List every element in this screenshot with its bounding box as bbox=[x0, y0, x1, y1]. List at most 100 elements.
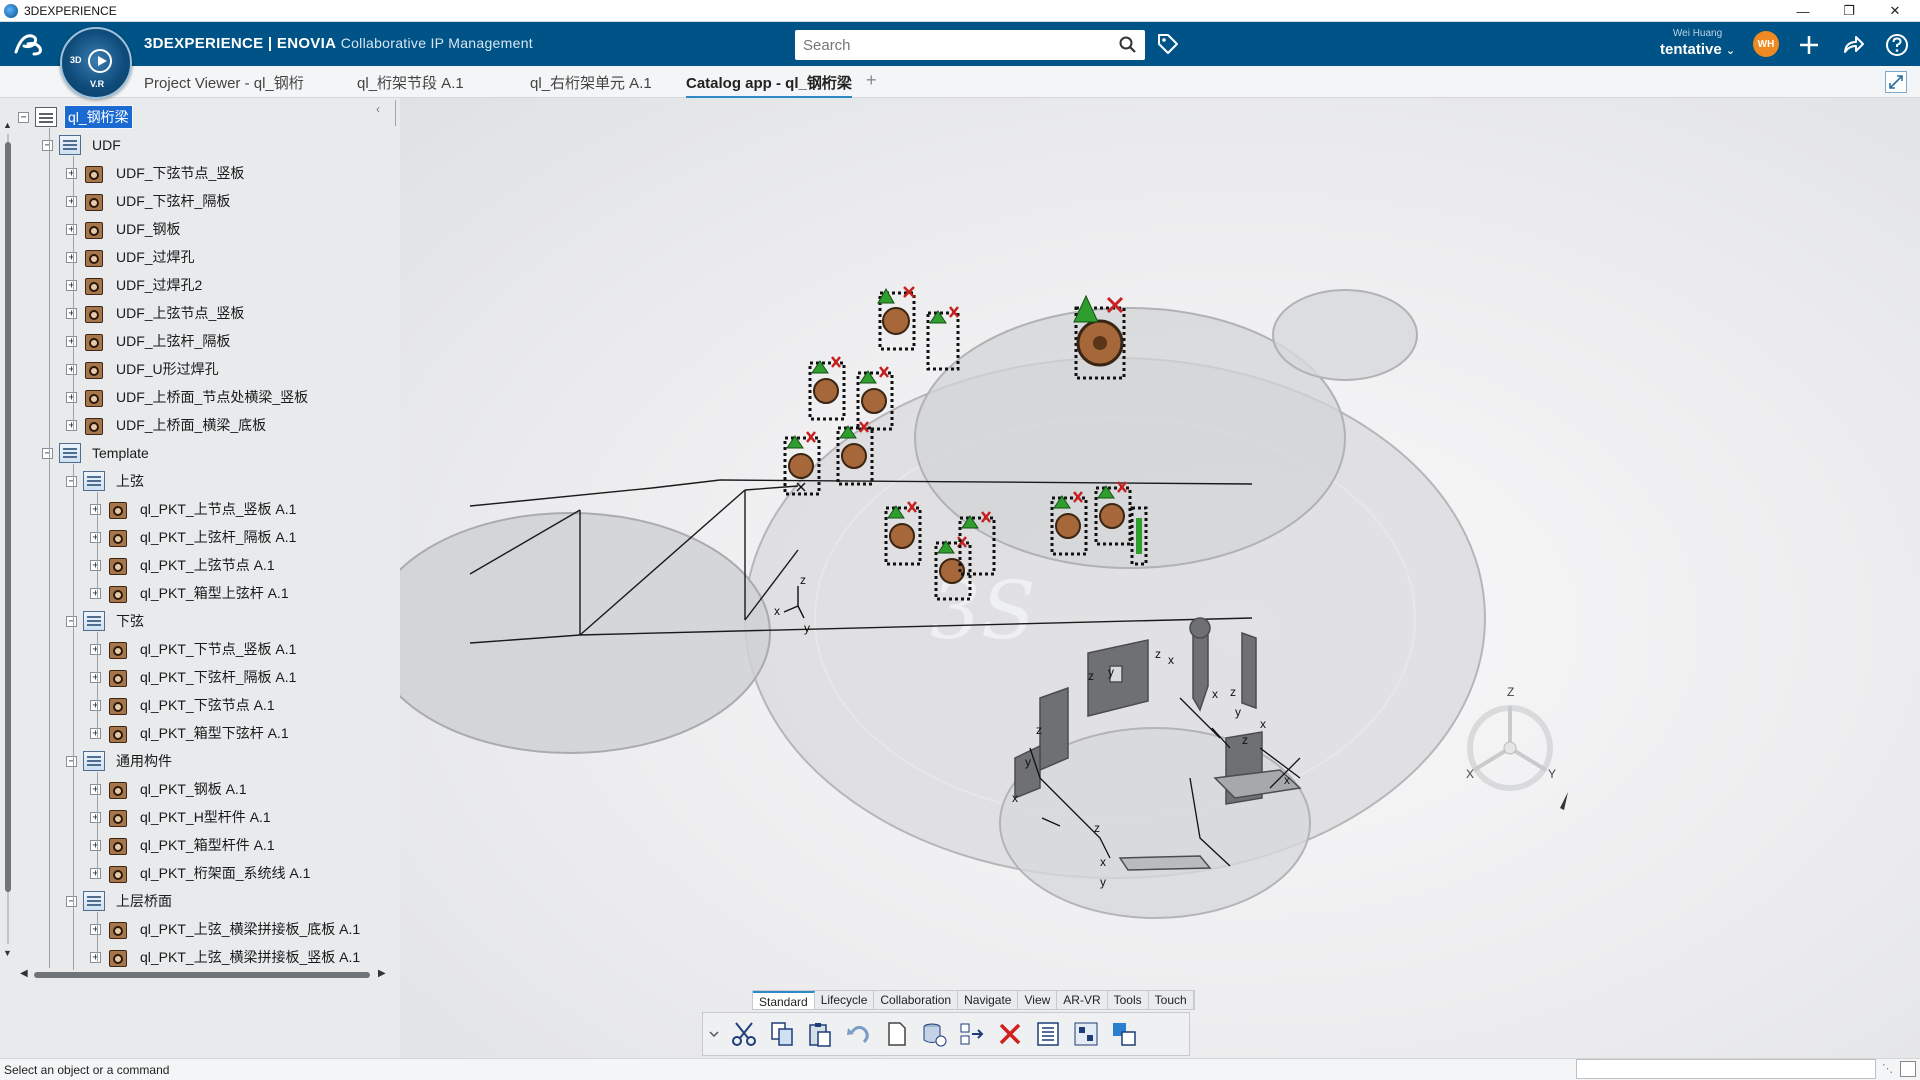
fullscreen-icon[interactable] bbox=[1885, 71, 1907, 93]
expand-icon[interactable]: + bbox=[66, 279, 77, 291]
tree-item-udf[interactable]: + UDF_钢板 bbox=[66, 218, 184, 240]
panel-splitter[interactable] bbox=[395, 100, 396, 126]
tree-item-udf[interactable]: + UDF_下弦节点_竖板 bbox=[66, 162, 247, 184]
collapse-icon[interactable]: − bbox=[66, 755, 77, 767]
tree-item-template[interactable]: + ql_PKT_桁架面_系统线 A.1 bbox=[90, 862, 313, 884]
undo-icon[interactable] bbox=[842, 1018, 874, 1050]
expand-icon[interactable]: + bbox=[90, 671, 101, 683]
tree-layout-icon[interactable] bbox=[1070, 1018, 1102, 1050]
search-icon[interactable] bbox=[1119, 36, 1137, 57]
expand-icon[interactable]: + bbox=[66, 335, 77, 347]
3d-scene[interactable]: 3S z x y zyx xyz z yz x x zxx yz Z X Y bbox=[400, 98, 1920, 1058]
expand-icon[interactable]: + bbox=[90, 531, 101, 543]
tree-root[interactable]: − ql_钢桁梁 bbox=[18, 105, 133, 129]
replace-icon[interactable] bbox=[956, 1018, 988, 1050]
scroll-right-icon[interactable]: ▶ bbox=[378, 968, 386, 979]
action-tab-lifecycle[interactable]: Lifecycle bbox=[815, 991, 875, 1009]
copy-icon[interactable] bbox=[766, 1018, 798, 1050]
tab-truss-segment[interactable]: ql_桁架节段 A.1 bbox=[357, 72, 464, 93]
action-tab-view[interactable]: View bbox=[1018, 991, 1058, 1009]
expand-icon[interactable]: + bbox=[66, 195, 77, 207]
tree-item-template[interactable]: + ql_PKT_上弦_横梁拼接板_竖板 A.1 bbox=[90, 946, 363, 968]
scrollbar-thumb[interactable] bbox=[34, 972, 370, 978]
tree-group[interactable]: − 上层桥面 bbox=[66, 890, 175, 912]
add-tab-icon[interactable]: + bbox=[866, 70, 877, 91]
tree-item-udf[interactable]: + UDF_上桥面_横梁_底板 bbox=[66, 414, 269, 436]
action-tab-standard[interactable]: Standard bbox=[753, 991, 815, 1009]
collapse-icon[interactable]: − bbox=[42, 139, 53, 151]
tree-item-udf[interactable]: + UDF_下弦杆_隔板 bbox=[66, 190, 233, 212]
tree-item-template[interactable]: + ql_PKT_钢板 A.1 bbox=[90, 778, 250, 800]
scrollbar-thumb[interactable] bbox=[5, 142, 11, 892]
tree-item-udf[interactable]: + UDF_过焊孔2 bbox=[66, 274, 205, 296]
play-icon[interactable] bbox=[88, 49, 112, 73]
collapse-icon[interactable]: − bbox=[42, 447, 53, 459]
tree-item-template[interactable]: + ql_PKT_箱型上弦杆 A.1 bbox=[90, 582, 292, 604]
expand-icon[interactable]: + bbox=[90, 503, 101, 515]
expand-icon[interactable]: + bbox=[90, 867, 101, 879]
tree-item-template[interactable]: + ql_PKT_下弦节点 A.1 bbox=[90, 694, 278, 716]
tree-item-template[interactable]: + ql_PKT_下弦杆_隔板 A.1 bbox=[90, 666, 299, 688]
delete-icon[interactable] bbox=[994, 1018, 1026, 1050]
close-icon[interactable]: ✕ bbox=[1872, 0, 1918, 22]
expand-icon[interactable]: + bbox=[66, 223, 77, 235]
expand-icon[interactable]: + bbox=[90, 783, 101, 795]
tab-catalog-app[interactable]: Catalog app - ql_钢桁梁 bbox=[686, 72, 852, 99]
tab-right-truss-unit[interactable]: ql_右桁架单元 A.1 bbox=[530, 72, 652, 93]
tree-group[interactable]: − 通用构件 bbox=[66, 750, 175, 772]
collapse-icon[interactable]: − bbox=[66, 475, 77, 487]
tree-item-udf[interactable]: + UDF_过焊孔 bbox=[66, 246, 198, 268]
tree-item-template[interactable]: + ql_PKT_上弦杆_隔板 A.1 bbox=[90, 526, 299, 548]
tree-item-template[interactable]: + ql_PKT_下节点_竖板 A.1 bbox=[90, 638, 299, 660]
action-tab-collaboration[interactable]: Collaboration bbox=[874, 991, 959, 1009]
expand-icon[interactable]: + bbox=[90, 839, 101, 851]
tree-item-template[interactable]: + ql_PKT_箱型下弦杆 A.1 bbox=[90, 722, 292, 744]
tree-item-udf[interactable]: + UDF_上弦节点_竖板 bbox=[66, 302, 247, 324]
cut-icon[interactable] bbox=[728, 1018, 760, 1050]
expand-icon[interactable]: + bbox=[90, 643, 101, 655]
help-icon[interactable] bbox=[1884, 32, 1910, 58]
avatar[interactable]: WH bbox=[1753, 31, 1779, 57]
dropdown-icon[interactable] bbox=[706, 1018, 722, 1050]
expand-icon[interactable]: + bbox=[66, 391, 77, 403]
tree-item-udf[interactable]: + UDF_上桥面_节点处横梁_竖板 bbox=[66, 386, 311, 408]
restore-icon[interactable]: ❐ bbox=[1826, 0, 1872, 22]
share-icon[interactable] bbox=[1840, 32, 1866, 58]
tree-group[interactable]: − 下弦 bbox=[66, 610, 147, 632]
action-tab-navigate[interactable]: Navigate bbox=[958, 991, 1019, 1009]
expand-icon[interactable]: + bbox=[90, 951, 101, 963]
tree-folder-udf[interactable]: − UDF bbox=[42, 134, 124, 156]
expand-icon[interactable]: + bbox=[90, 811, 101, 823]
command-input[interactable] bbox=[1576, 1059, 1876, 1079]
tree-group[interactable]: − 上弦 bbox=[66, 470, 147, 492]
expand-icon[interactable]: + bbox=[90, 559, 101, 571]
expand-icon[interactable]: + bbox=[66, 363, 77, 375]
status-toggle-icon[interactable] bbox=[1900, 1061, 1916, 1077]
paste-icon[interactable] bbox=[804, 1018, 836, 1050]
search-input[interactable] bbox=[795, 30, 1095, 60]
tree-folder-template[interactable]: − Template bbox=[42, 442, 152, 464]
expand-icon[interactable]: + bbox=[90, 923, 101, 935]
resize-grip-icon[interactable]: ⋱ bbox=[1882, 1062, 1893, 1075]
tree-item-template[interactable]: + ql_PKT_上弦节点 A.1 bbox=[90, 554, 278, 576]
tree-item-template[interactable]: + ql_PKT_上弦_横梁拼接板_底板 A.1 bbox=[90, 918, 363, 940]
dassault-logo-icon[interactable] bbox=[12, 30, 46, 58]
scroll-up-icon[interactable]: ▲ bbox=[3, 120, 12, 130]
orientation-triad-icon[interactable] bbox=[1467, 705, 1553, 791]
action-tab-touch[interactable]: Touch bbox=[1149, 991, 1194, 1009]
compass-widget[interactable]: 3D V.R bbox=[60, 27, 132, 99]
collapse-icon[interactable]: − bbox=[66, 895, 77, 907]
scroll-left-icon[interactable]: ◀ bbox=[20, 968, 28, 979]
expand-icon[interactable]: + bbox=[66, 167, 77, 179]
tag-icon[interactable] bbox=[1156, 32, 1180, 59]
collapse-tree-icon[interactable]: ‹ bbox=[376, 102, 380, 116]
new-icon[interactable] bbox=[880, 1018, 912, 1050]
swap-visible-space-icon[interactable] bbox=[1108, 1018, 1140, 1050]
3d-viewport[interactable]: 3S z x y z y x x y z z y z x x z x x y z… bbox=[400, 98, 1920, 1058]
expand-icon[interactable]: + bbox=[90, 727, 101, 739]
expand-icon[interactable]: + bbox=[66, 251, 77, 263]
expand-icon[interactable]: + bbox=[90, 699, 101, 711]
collapse-icon[interactable]: − bbox=[66, 615, 77, 627]
expand-icon[interactable]: + bbox=[90, 587, 101, 599]
action-tab-tools[interactable]: Tools bbox=[1108, 991, 1149, 1009]
